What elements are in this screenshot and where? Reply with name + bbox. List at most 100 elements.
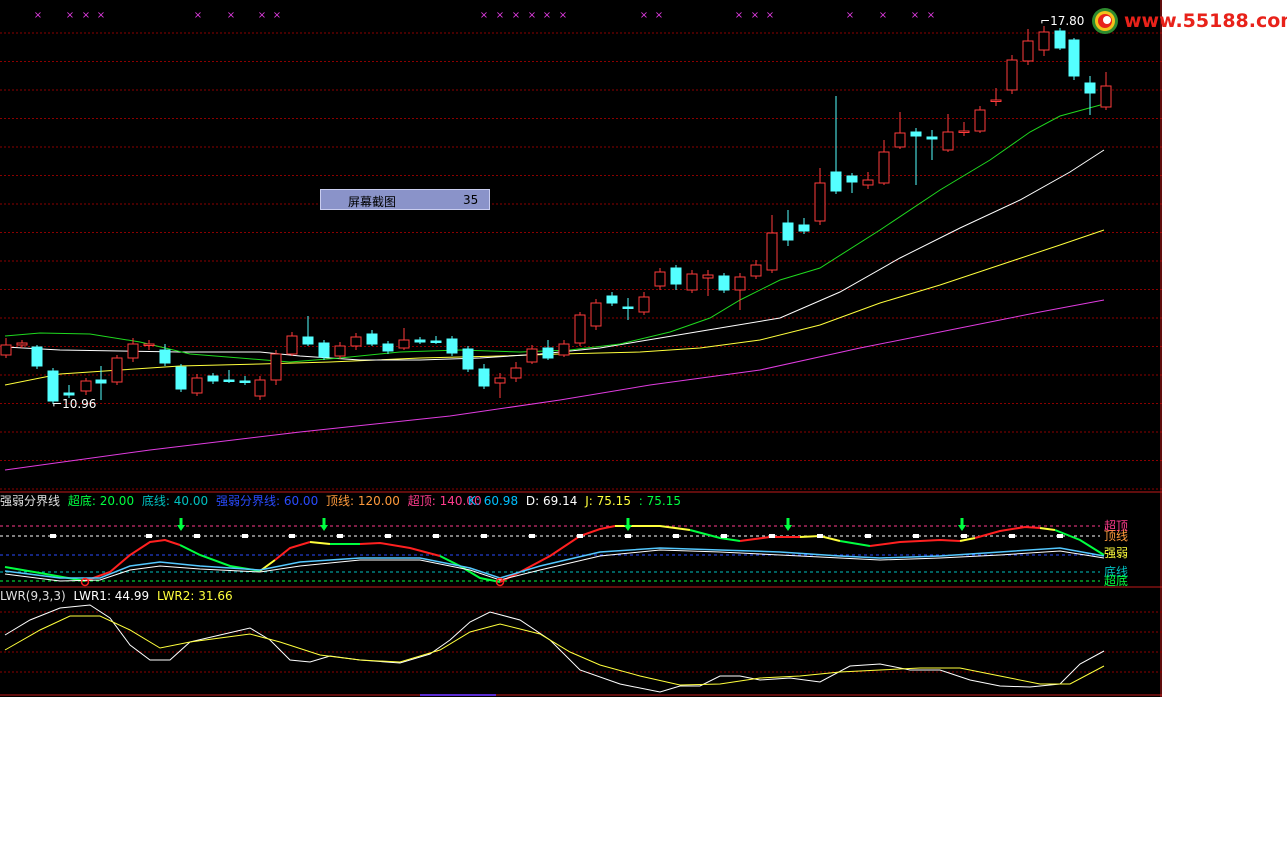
- candle-body-up: [334, 345, 346, 357]
- candle-body-down: [830, 171, 842, 192]
- super-bottom-label: 超底:: [67, 494, 96, 508]
- chart-area[interactable]: × × × × × × × × × × × × × × × × × × × × × × × ⌐17.80 ⌐10.96 屏幕…: [0, 0, 1162, 697]
- candle-body-down: [1068, 39, 1080, 77]
- strong-weak-label: 强弱分界线:: [215, 494, 281, 508]
- signal-x-marker: ×: [911, 10, 919, 21]
- candle-body-up: [1022, 40, 1034, 62]
- down-arrow-icon: [784, 518, 792, 531]
- strength-line: [359, 541, 441, 557]
- screenshot-tag[interactable]: 屏幕截图 35: [320, 189, 490, 210]
- lwr2-line: [4, 615, 1105, 686]
- right-label-super-bottom: 超底: [1104, 574, 1129, 588]
- candle-body-down: [462, 348, 474, 370]
- top-line-marker: [433, 534, 439, 538]
- top-line-marker: [865, 534, 871, 538]
- kdj-j: J: 75.15: [585, 494, 631, 508]
- candle-body-up: [974, 109, 986, 132]
- candle-body-down: [478, 368, 490, 387]
- down-arrow-icon: [624, 518, 632, 531]
- site-logo-icon: [1092, 8, 1118, 34]
- right-label-strong-weak: 强弱: [1104, 546, 1129, 560]
- strength-line: [959, 537, 976, 542]
- candle-body-up: [814, 182, 826, 222]
- signal-x-marker: ×: [655, 10, 663, 21]
- top-line-marker: [577, 534, 583, 538]
- candle-body-up: [80, 380, 92, 392]
- candle-body-down: [782, 222, 794, 241]
- candle-body-up: [127, 343, 139, 359]
- signal-x-marker: ×: [751, 10, 759, 21]
- lwr-lines: [4, 604, 1105, 693]
- candle-body-up: [878, 151, 890, 184]
- signal-x-marker: ×: [480, 10, 488, 21]
- ma-line-magenta: [4, 299, 1105, 471]
- strength-line: [439, 555, 501, 583]
- candle-body-up: [894, 132, 906, 148]
- kdj-k: K: 60.98: [468, 494, 519, 508]
- lwr2-value: LWR2: 31.66: [156, 589, 233, 603]
- top-line-marker: [817, 534, 823, 538]
- candle-body-up: [16, 342, 28, 346]
- candle-body-up: [270, 353, 282, 381]
- top-line-marker: [481, 534, 487, 538]
- lwr1-value: LWR1: 44.99: [73, 589, 150, 603]
- candle-body-down: [718, 275, 730, 291]
- signal-x-marker: ×: [766, 10, 774, 21]
- top-line-value: 120.00: [357, 494, 400, 508]
- lwr-title: LWR(9,3,3): [0, 589, 66, 603]
- signal-x-marker: ×: [559, 10, 567, 21]
- candle-body-down: [31, 346, 43, 367]
- top-line-marker: [50, 534, 56, 538]
- candle-body-down: [670, 267, 682, 285]
- signal-x-marker: ×: [879, 10, 887, 21]
- strength-line: [839, 540, 871, 547]
- candle-body-down: [622, 306, 634, 309]
- candle-body-down: [366, 333, 378, 345]
- candle-body-up: [0, 344, 12, 356]
- screenshot-tag-label: 屏幕截图: [348, 195, 397, 209]
- high-price-label: ⌐17.80: [1040, 14, 1085, 28]
- bottom-line-label: 底线:: [141, 494, 170, 508]
- strength-line: [869, 538, 961, 547]
- signal-x-marker: ×: [34, 10, 42, 21]
- down-arrow-icon: [958, 518, 966, 531]
- candle-body-up: [254, 379, 266, 397]
- strength-line: [309, 541, 331, 545]
- candle-body-down: [239, 380, 251, 383]
- top-line-marker: [194, 534, 200, 538]
- right-label-top-line: 顶线: [1104, 529, 1129, 543]
- candle-body-up: [143, 343, 155, 346]
- candle-body-down: [1054, 30, 1066, 49]
- top-line-marker: [769, 534, 775, 538]
- lwr-header: LWR(9,3,3) LWR1: 44.99 LWR2: 31.66: [0, 589, 233, 603]
- top-line-marker: [625, 534, 631, 538]
- candle-body-up: [942, 131, 954, 151]
- candle-body-up: [558, 343, 570, 356]
- top-line-marker: [242, 534, 248, 538]
- lwr1-line: [4, 604, 1105, 693]
- strong-weak-value: 60.00: [283, 494, 319, 508]
- kdj-header: K: 60.98 D: 69.14 J: 75.15 : 75.15: [468, 494, 681, 508]
- candle-body-down: [1084, 82, 1096, 94]
- moving-average-lines: [4, 103, 1105, 471]
- candle-body-down: [95, 379, 107, 384]
- bottom-line-value: 40.00: [173, 494, 209, 508]
- candle-body-down: [207, 375, 219, 382]
- candle-body-down: [223, 379, 235, 382]
- candle-body-up: [526, 348, 538, 363]
- candle-body-down: [798, 224, 810, 232]
- signal-x-marker: ×: [496, 10, 504, 21]
- signal-x-marker: ×: [512, 10, 520, 21]
- candle-body-up: [1100, 85, 1112, 108]
- top-line-marker: [289, 534, 295, 538]
- candle-body-up: [191, 377, 203, 394]
- top-line-label: 顶线:: [326, 494, 355, 508]
- candle-body-down: [382, 343, 394, 352]
- signal-x-marker: ×: [258, 10, 266, 21]
- buy-signal-marker: [80, 577, 90, 587]
- candle-body-up: [990, 99, 1002, 102]
- strength-line: [274, 541, 311, 561]
- candle-body-down: [175, 366, 187, 390]
- candle-body-down: [926, 136, 938, 140]
- candle-body-up: [702, 274, 714, 279]
